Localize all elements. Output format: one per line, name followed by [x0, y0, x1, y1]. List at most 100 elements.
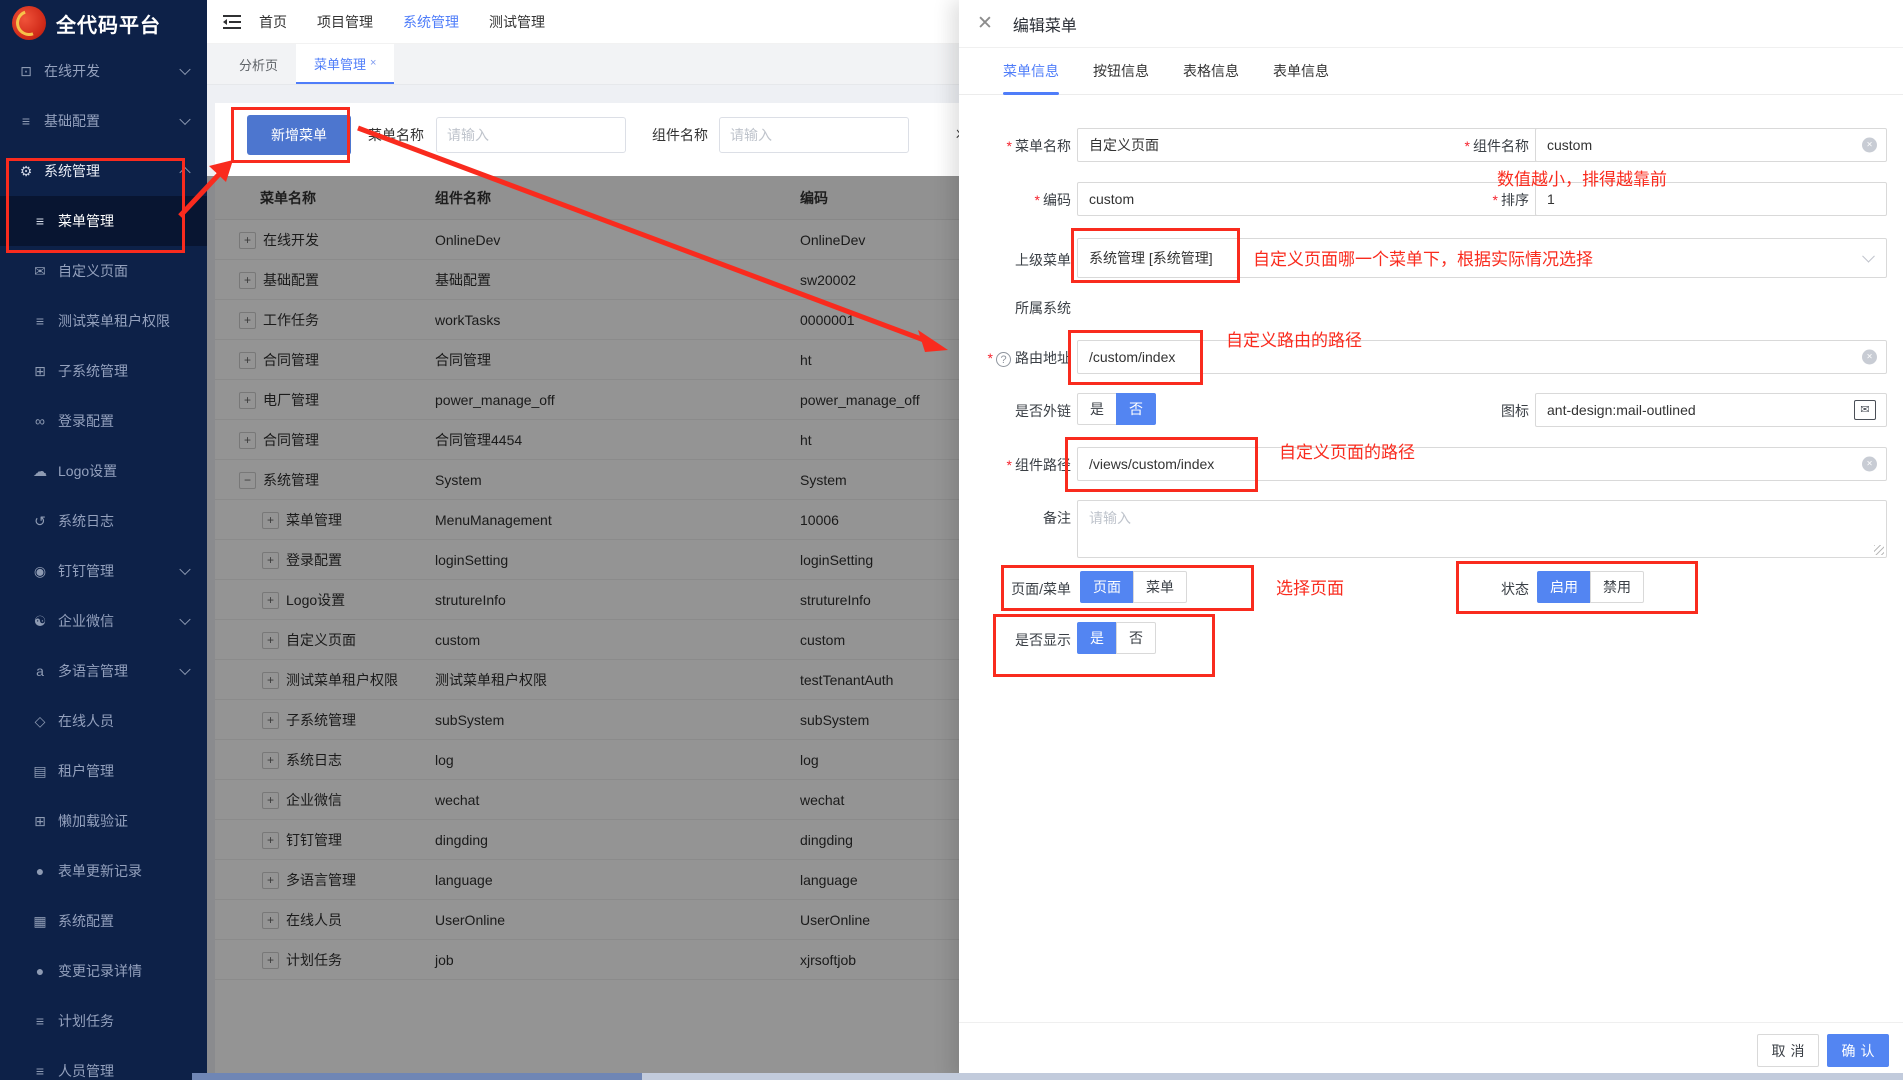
apple-icon: ●: [31, 963, 49, 979]
menu-name-label: *菜单名称: [967, 136, 1071, 156]
chevron-down-icon: [179, 64, 190, 75]
route-label: *?路由地址: [959, 348, 1071, 368]
chevron-down-icon: [179, 114, 190, 125]
sidebar-item-17[interactable]: ▦系统配置: [0, 896, 207, 946]
sidebar-item-16[interactable]: ● 表单更新记录: [0, 846, 207, 896]
apple-icon: ●: [31, 863, 49, 879]
sidebar-item-0[interactable]: ⊡ 在线开发: [0, 46, 207, 96]
edit-menu-drawer: ✕ 编辑菜单 菜单信息按钮信息表格信息表单信息 *菜单名称 自定义页面× *组件…: [959, 0, 1903, 1080]
sidebar-item-15[interactable]: ⊞懒加载验证: [0, 796, 207, 846]
segmented-option[interactable]: 禁用: [1590, 571, 1644, 603]
segmented-option[interactable]: 菜单: [1133, 571, 1187, 603]
sidebar-item-11[interactable]: ☯企业微信: [0, 596, 207, 646]
external-link-segmented: 是否: [1077, 393, 1156, 425]
clear-icon[interactable]: ×: [1862, 350, 1877, 365]
route-input[interactable]: /custom/index×: [1077, 340, 1887, 374]
status-segmented: 启用禁用: [1537, 571, 1644, 603]
drawer-tab-bar: 菜单信息按钮信息表格信息表单信息: [959, 48, 1903, 95]
sidebar-item-label: 企业微信: [58, 611, 114, 631]
sidebar: 全代码平台 ⊡在线开发≡基础配置⚙系统管理≡菜单管理✉自定义页面≡测试菜单租户权…: [0, 0, 207, 1080]
icon-label: 图标: [1425, 401, 1529, 421]
drawer-tab-1[interactable]: 按钮信息: [1093, 48, 1149, 94]
sidebar-item-label: 自定义页面: [58, 261, 128, 281]
nav-item-2[interactable]: 系统管理: [403, 12, 459, 32]
remark-label: 备注: [967, 508, 1071, 528]
add-menu-button[interactable]: 新增菜单: [247, 115, 351, 155]
gear-icon: ⚙: [17, 163, 35, 180]
comp-name-filter-input[interactable]: [719, 117, 909, 153]
segmented-option[interactable]: 是: [1077, 622, 1117, 654]
drawer-tab-3[interactable]: 表单信息: [1273, 48, 1329, 94]
parent-menu-select[interactable]: 系统管理 [系统管理]: [1077, 238, 1887, 278]
nav-item-0[interactable]: 首页: [259, 12, 287, 32]
page-tab-1[interactable]: 菜单管理×: [296, 44, 394, 84]
menu-name-filter-input[interactable]: [436, 117, 626, 153]
drawer-tab-0[interactable]: 菜单信息: [1003, 48, 1059, 94]
sidebar-item-14[interactable]: ▤租户管理: [0, 746, 207, 796]
nav-item-1[interactable]: 项目管理: [317, 12, 373, 32]
chevron-up-icon: [179, 167, 190, 178]
list-icon: ≡: [31, 1063, 49, 1079]
sidebar-item-8[interactable]: ☁Logo设置: [0, 446, 207, 496]
sidebar-item-2[interactable]: ⚙系统管理: [0, 146, 207, 196]
sidebar-item-label: 计划任务: [58, 1011, 114, 1031]
sidebar-item-label: Logo设置: [58, 461, 117, 481]
comp-path-input[interactable]: /views/custom/index×: [1077, 447, 1887, 481]
sidebar-item-4[interactable]: ✉自定义页面: [0, 246, 207, 296]
tab-close-icon[interactable]: ×: [370, 57, 376, 69]
comp-name-filter-label: 组件名称: [652, 125, 708, 145]
page-tab-0[interactable]: 分析页: [221, 44, 296, 84]
sidebar-item-12[interactable]: a多语言管理: [0, 646, 207, 696]
scrollbar-thumb[interactable]: [192, 1073, 642, 1080]
comp-name-input[interactable]: custom×: [1535, 128, 1887, 162]
sidebar-item-label: 登录配置: [58, 411, 114, 431]
sidebar-item-7[interactable]: ∞ 登录配置: [0, 396, 207, 446]
sidebar-item-18[interactable]: ●变更记录详情: [0, 946, 207, 996]
close-icon[interactable]: ✕: [977, 12, 993, 35]
list-icon: ≡: [17, 113, 35, 129]
horizontal-scrollbar[interactable]: [192, 1073, 1903, 1080]
page-menu-label: 页面/菜单: [967, 579, 1071, 599]
sidebar-item-label: 子系统管理: [58, 361, 128, 381]
sidebar-item-5[interactable]: ≡测试菜单租户权限: [0, 296, 207, 346]
sidebar-item-label: 在线开发: [44, 61, 100, 81]
sort-input[interactable]: 1: [1535, 182, 1887, 216]
clear-icon[interactable]: ×: [1862, 457, 1877, 472]
sidebar-item-20[interactable]: ≡人员管理: [0, 1046, 207, 1080]
menu-fold-icon[interactable]: [223, 15, 241, 29]
sidebar-item-6[interactable]: ⊞子系统管理: [0, 346, 207, 396]
mail-icon[interactable]: ✉: [1854, 400, 1876, 420]
remark-textarea[interactable]: 请输入: [1077, 500, 1887, 558]
sidebar-item-label: 菜单管理: [58, 211, 114, 231]
idcard-icon: ▤: [31, 763, 49, 780]
segmented-option[interactable]: 页面: [1080, 571, 1134, 603]
confirm-button[interactable]: 确认: [1827, 1034, 1889, 1067]
segmented-option[interactable]: 否: [1116, 622, 1156, 654]
segmented-option[interactable]: 是: [1077, 393, 1117, 425]
app-title: 全代码平台: [56, 9, 161, 38]
chevron-down-icon: [179, 614, 190, 625]
resize-handle-icon[interactable]: [1874, 545, 1884, 555]
app-logo: 全代码平台: [0, 0, 207, 46]
segmented-option[interactable]: 启用: [1537, 571, 1591, 603]
system-label: 所属系统: [967, 298, 1071, 318]
blocks-icon: ▦: [31, 913, 49, 930]
sidebar-item-label: 表单更新记录: [58, 861, 142, 881]
sidebar-item-19[interactable]: ≡计划任务: [0, 996, 207, 1046]
cancel-button[interactable]: 取消: [1757, 1034, 1819, 1067]
monitor-icon: ⊡: [17, 63, 35, 80]
sidebar-item-13[interactable]: ◇在线人员: [0, 696, 207, 746]
icon-input[interactable]: ant-design:mail-outlined ✉: [1535, 393, 1887, 427]
link-icon: ∞: [31, 413, 49, 429]
sidebar-item-3[interactable]: ≡菜单管理: [0, 196, 207, 246]
menu-name-filter-label: 菜单名称: [368, 125, 424, 145]
language-icon: a: [31, 663, 49, 679]
clear-icon[interactable]: ×: [1862, 138, 1877, 153]
sidebar-item-1[interactable]: ≡基础配置: [0, 96, 207, 146]
sidebar-item-9[interactable]: ↺系统日志: [0, 496, 207, 546]
drawer-tab-2[interactable]: 表格信息: [1183, 48, 1239, 94]
sidebar-item-10[interactable]: ◉钉钉管理: [0, 546, 207, 596]
nav-item-3[interactable]: 测试管理: [489, 12, 545, 32]
list-icon: ≡: [31, 313, 49, 329]
segmented-option[interactable]: 否: [1116, 393, 1156, 425]
